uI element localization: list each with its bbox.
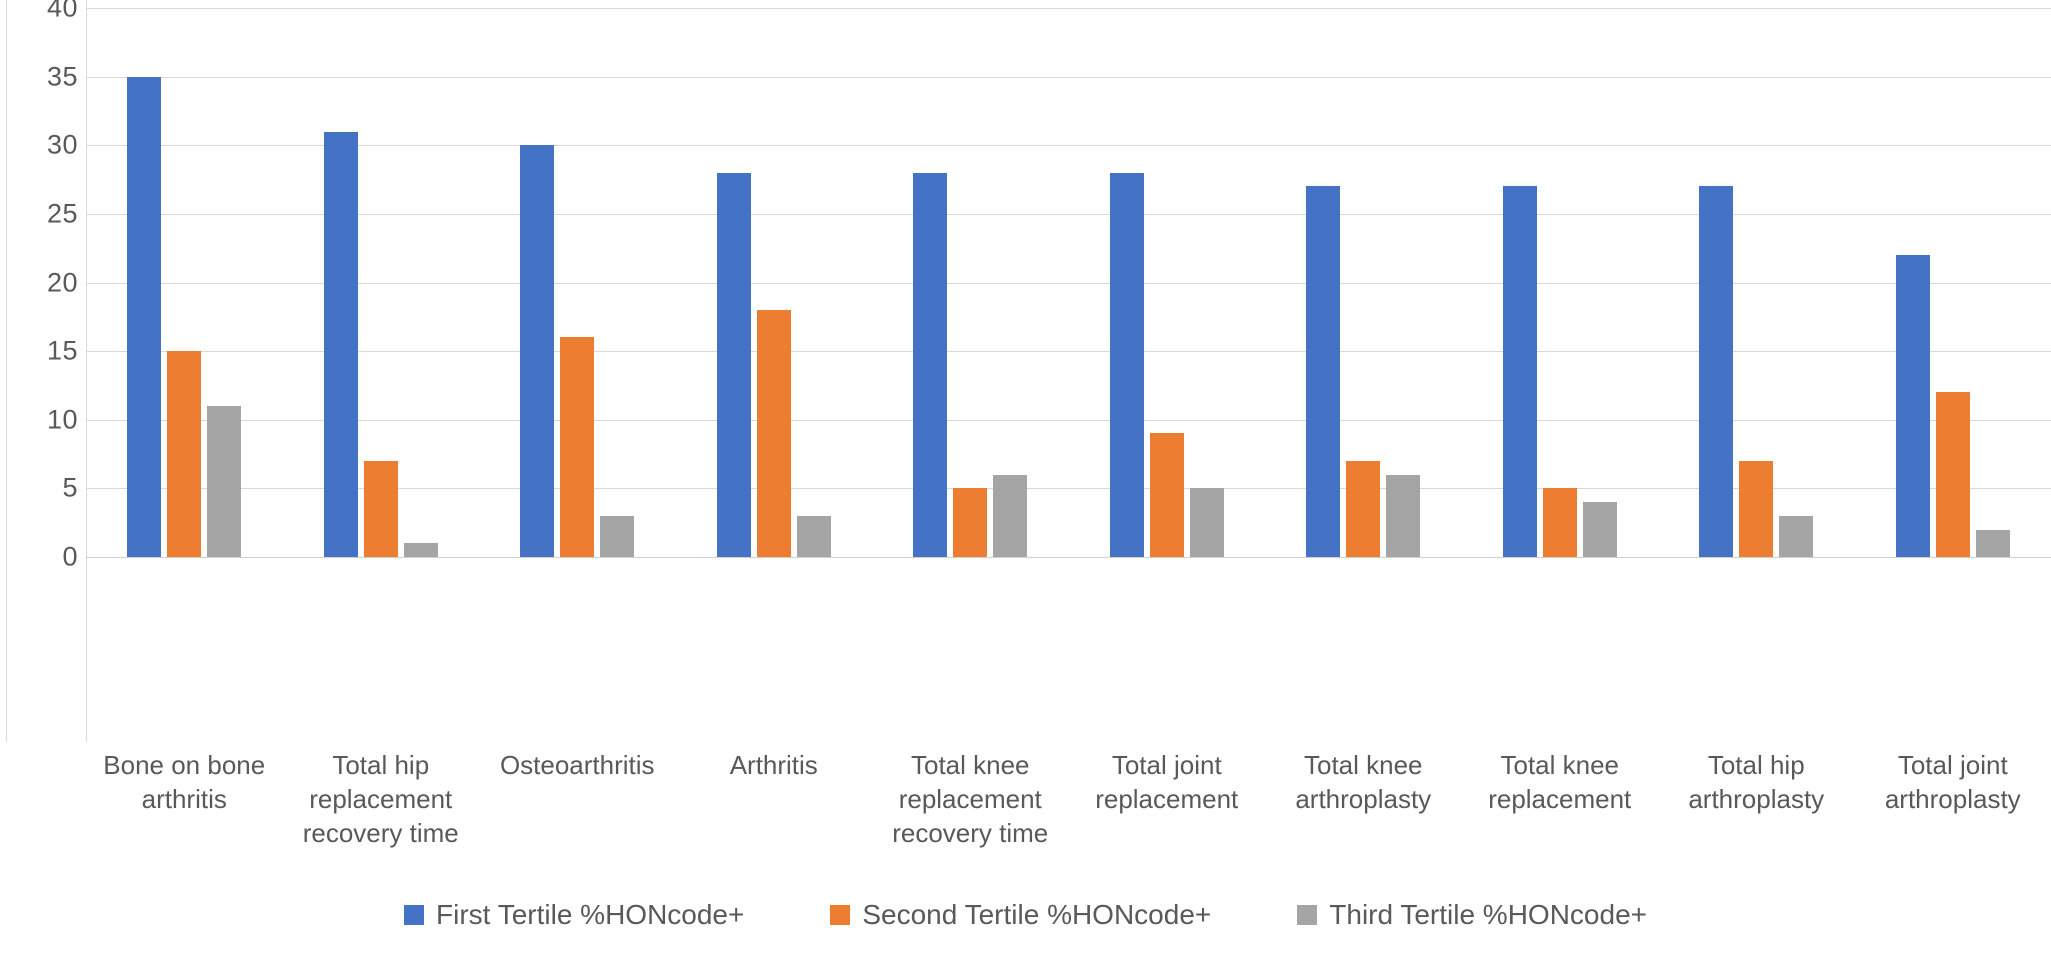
legend-item[interactable]: Second Tertile %HONcode+	[830, 899, 1211, 931]
bar[interactable]	[913, 172, 948, 557]
bar[interactable]	[520, 145, 555, 557]
bar[interactable]	[1779, 515, 1814, 557]
bar[interactable]	[1582, 502, 1617, 557]
x-axis-category-label: Bone on bone arthritis	[103, 750, 266, 814]
bar-group	[1855, 0, 2051, 557]
x-axis-category-label: Total hip arthroplasty	[1688, 750, 1825, 814]
bar[interactable]	[756, 309, 791, 557]
legend-label: Second Tertile %HONcode+	[862, 899, 1212, 930]
bar[interactable]	[953, 488, 988, 557]
bar[interactable]	[167, 351, 202, 557]
bar[interactable]	[1189, 488, 1224, 557]
bar[interactable]	[403, 543, 438, 557]
bar[interactable]	[993, 474, 1028, 557]
y-axis: 40 35 30 25 20 15 10 5 0	[0, 0, 86, 742]
x-axis-category-label: Total hip replacement recovery time	[302, 750, 459, 848]
bars-layer	[86, 0, 2051, 557]
bar[interactable]	[796, 515, 831, 557]
x-axis-category-label: Total knee arthroplasty	[1295, 750, 1432, 814]
y-tick-label: 30	[46, 129, 78, 160]
x-axis-category-label: Total joint arthroplasty	[1884, 750, 2021, 814]
x-axis-category-label: Arthritis	[729, 750, 818, 780]
bar-group	[872, 0, 1069, 557]
bar[interactable]	[127, 76, 162, 557]
bar[interactable]	[1739, 460, 1774, 557]
y-tick-label: 15	[46, 335, 78, 366]
x-axis-category-labels: Bone on bone arthritis Total hip replacem…	[86, 748, 2051, 888]
y-tick-label: 0	[62, 541, 78, 572]
y-tick-label: 5	[62, 472, 78, 503]
bar[interactable]	[600, 515, 635, 557]
bar[interactable]	[1109, 172, 1144, 557]
bar[interactable]	[363, 460, 398, 557]
bar[interactable]	[1895, 255, 1930, 557]
bar-group	[676, 0, 873, 557]
legend-item[interactable]: First Tertile %HONcode+	[404, 899, 744, 931]
legend: First Tertile %HONcode+ Second Tertile %H…	[0, 890, 2051, 940]
bar-chart: 40 35 30 25 20 15 10 5 0 Bone on bone arthritis T…	[0, 0, 2051, 953]
legend-swatch-icon	[404, 905, 424, 925]
bar-group	[1462, 0, 1659, 557]
legend-label: Third Tertile %HONcode+	[1329, 899, 1647, 930]
gridline	[86, 557, 2051, 558]
bar[interactable]	[1149, 433, 1184, 557]
y-tick-label: 40	[46, 0, 78, 23]
bar[interactable]	[1935, 392, 1970, 557]
bar[interactable]	[716, 172, 751, 557]
bar[interactable]	[560, 337, 595, 557]
y-tick-label: 20	[46, 267, 78, 297]
legend-swatch-icon	[1297, 905, 1318, 925]
bar-group	[86, 0, 283, 557]
bar[interactable]	[207, 406, 242, 557]
bar-group	[1265, 0, 1462, 557]
x-axis-category-label: Total joint replacement	[1095, 750, 1239, 814]
y-tick-label: 35	[46, 61, 78, 92]
bar[interactable]	[1306, 186, 1341, 557]
bar[interactable]	[1346, 460, 1381, 557]
legend-swatch-icon	[830, 905, 851, 925]
bar-group	[283, 0, 480, 557]
bar[interactable]	[1502, 186, 1537, 557]
bar[interactable]	[1386, 474, 1421, 557]
legend-label: First Tertile %HONcode+	[436, 899, 745, 930]
bar-group	[1658, 0, 1855, 557]
plot-area: 40 35 30 25 20 15 10 5 0	[0, 0, 2051, 742]
x-axis-category-label: Total knee replacement recovery time	[892, 750, 1049, 848]
bar[interactable]	[1699, 186, 1734, 557]
y-tick-label: 25	[46, 198, 78, 229]
x-axis-category-label: Osteoarthritis	[499, 750, 655, 780]
bar[interactable]	[323, 131, 358, 557]
y-tick-label: 10	[46, 404, 78, 435]
legend-item[interactable]: Third Tertile %HONcode+	[1297, 899, 1647, 931]
bar[interactable]	[1542, 488, 1577, 557]
bar-group	[479, 0, 676, 557]
bar[interactable]	[1975, 529, 2010, 557]
bar-group	[1069, 0, 1266, 557]
x-axis-category-label: Total knee replacement	[1488, 750, 1632, 814]
